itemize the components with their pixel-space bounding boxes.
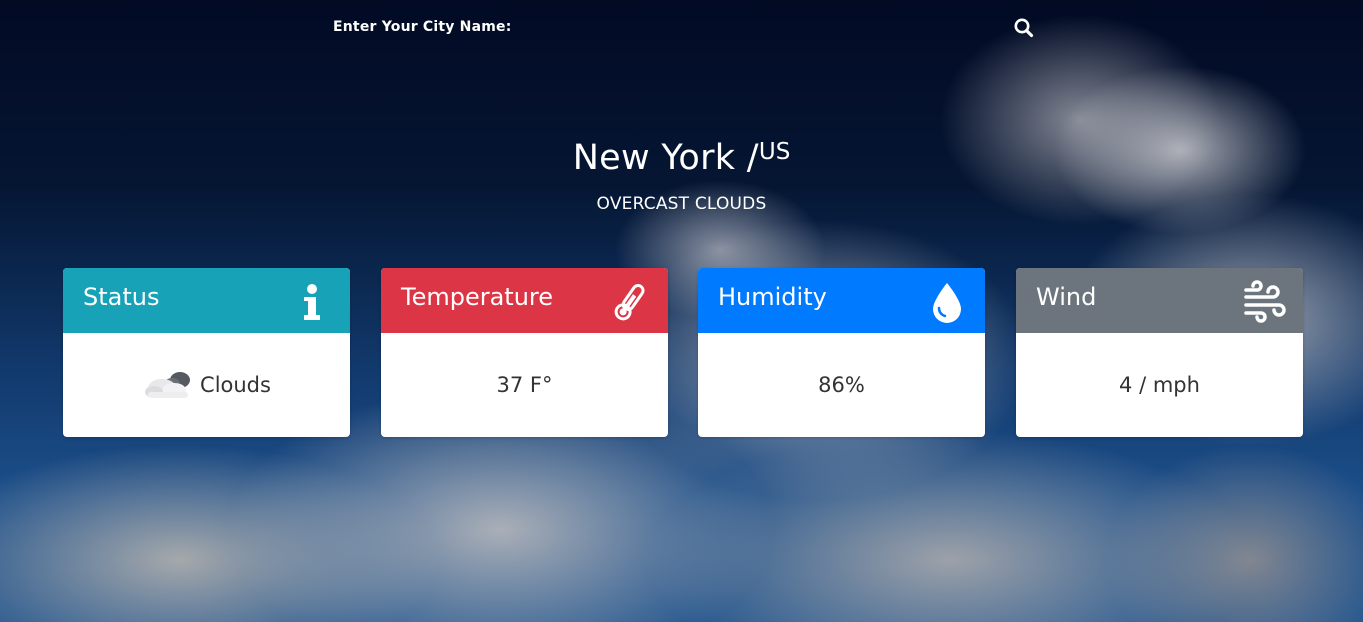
city-search-input[interactable]	[515, 14, 1009, 44]
search-icon	[1014, 18, 1034, 38]
wind-icon	[1244, 280, 1286, 323]
search-button[interactable]	[1010, 14, 1038, 42]
wind-card-body: 4 / mph	[1016, 333, 1303, 437]
location-heading: New York /US	[0, 138, 1363, 178]
wind-value: 4 / mph	[1119, 373, 1200, 397]
info-icon	[304, 284, 320, 320]
thermometer-icon	[614, 284, 645, 321]
weather-description: OVERCAST CLOUDS	[596, 194, 767, 214]
wind-card: Wind 4 / mph	[1016, 268, 1303, 437]
humidity-value: 86%	[818, 373, 865, 397]
humidity-card: Humidity 86%	[698, 268, 985, 437]
search-bar: Enter Your City Name:	[0, 0, 1363, 56]
country-code: US	[758, 139, 791, 165]
status-value: Clouds	[200, 373, 271, 397]
wind-card-title: Wind	[1036, 283, 1097, 311]
status-card-body: Clouds	[63, 333, 350, 437]
status-card-header: Status	[63, 268, 350, 333]
humidity-card-title: Humidity	[718, 283, 827, 311]
clouds-icon	[145, 372, 191, 398]
humidity-card-header: Humidity	[698, 268, 985, 333]
temperature-value: 37 F°	[496, 373, 553, 397]
droplet-icon	[933, 283, 961, 323]
temperature-card-title: Temperature	[401, 283, 554, 311]
status-card-title: Status	[83, 283, 160, 311]
temperature-card-body: 37 F°	[381, 333, 668, 437]
humidity-card-body: 86%	[698, 333, 985, 437]
wind-card-header: Wind	[1016, 268, 1303, 333]
temperature-card: Temperature 37 F°	[381, 268, 668, 437]
city-input-label: Enter Your City Name:	[333, 19, 512, 35]
status-card: Status Clouds	[63, 268, 350, 437]
city-name: New York /	[572, 138, 759, 178]
temperature-card-header: Temperature	[381, 268, 668, 333]
